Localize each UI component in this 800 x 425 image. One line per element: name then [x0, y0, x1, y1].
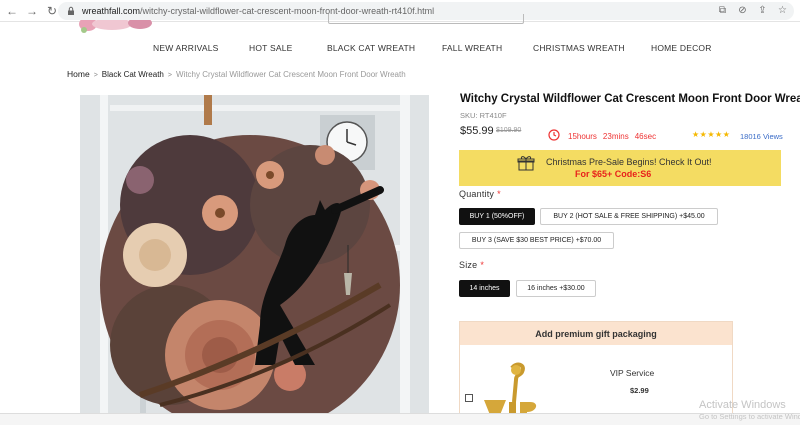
nav-christmas-wreath[interactable]: CHRISTMAS WREATH — [533, 43, 625, 53]
clock-icon — [548, 129, 560, 141]
countdown-mins: 23mins — [602, 132, 629, 141]
product-old-price: $109.90 — [496, 127, 522, 134]
size-option-14in[interactable]: 14 inches — [459, 280, 510, 297]
product-title: Witchy Crystal Wildflower Cat Crescent M… — [460, 93, 800, 105]
breadcrumb-separator: > — [93, 72, 98, 79]
product-sku: SKU: RT410F — [460, 111, 507, 120]
gift-icon — [517, 156, 535, 171]
forward-icon[interactable]: → — [24, 3, 40, 19]
vip-service-price: $2.99 — [630, 386, 649, 395]
breadcrumb-current: Witchy Crystal Wildflower Cat Crescent M… — [175, 70, 406, 79]
gift-packaging-header: Add premium gift packaging — [460, 322, 732, 345]
review-count[interactable]: 18016 Views — [740, 132, 783, 141]
share-icon[interactable]: ⇪ — [757, 5, 768, 16]
watermark-title: Activate Windows — [699, 399, 786, 411]
breadcrumb-home[interactable]: Home — [67, 69, 90, 79]
gift-packaging-panel: Add premium gift packaging VIP Service $… — [459, 321, 733, 421]
search-input[interactable] — [328, 14, 524, 24]
nav-home-decor[interactable]: HOME DECOR — [651, 43, 712, 53]
quantity-option-buy2[interactable]: BUY 2 (HOT SALE & FREE SHIPPING) +$45.00 — [540, 208, 718, 225]
nav-fall-wreath[interactable]: FALL WREATH — [442, 43, 502, 53]
size-label-text: Size — [459, 260, 478, 270]
nav-black-cat-wreath[interactable]: BLACK CAT WREATH — [327, 43, 415, 53]
breadcrumb-separator: > — [167, 72, 172, 79]
translate-icon[interactable]: ⧉ — [717, 5, 728, 16]
vip-badge-image — [484, 362, 537, 420]
download-bar — [0, 413, 800, 425]
main-nav: NEW ARRIVALS HOT SALE BLACK CAT WREATH F… — [0, 43, 800, 57]
required-mark: * — [497, 189, 501, 199]
site-logo[interactable] — [78, 20, 156, 34]
countdown-secs: 46sec — [634, 132, 657, 141]
nav-hot-sale[interactable]: HOT SALE — [249, 43, 293, 53]
countdown-timer: 15hours 23mins 46sec — [568, 132, 662, 141]
windows-activation-watermark: Activate Windows Go to Settings to activ… — [699, 399, 800, 421]
breadcrumb-category[interactable]: Black Cat Wreath — [102, 70, 164, 79]
price-row: $55.99 $109.90 15hours 23mins 46sec ★★★★★ … — [460, 125, 783, 143]
promo-code: For $65+ Code:S6 — [575, 169, 652, 179]
vip-service-checkbox[interactable] — [465, 394, 473, 402]
lock-icon — [68, 6, 74, 15]
product-image[interactable] — [80, 95, 429, 413]
rating-stars: ★★★★★ — [692, 130, 731, 139]
quantity-label-text: Quantity — [459, 189, 495, 199]
quantity-option-buy1[interactable]: BUY 1 (50%OFF) — [459, 208, 535, 225]
vip-service-title: VIP Service — [610, 368, 655, 378]
quantity-option-buy3[interactable]: BUY 3 (SAVE $30 BEST PRICE) +$70.00 — [459, 232, 614, 249]
promo-banner[interactable]: Christmas Pre-Sale Begins! Check It Out!… — [459, 150, 781, 186]
quantity-label: Quantity * — [459, 189, 501, 199]
promo-headline: Christmas Pre-Sale Begins! Check It Out! — [546, 157, 712, 167]
size-option-16in[interactable]: 16 inches +$30.00 — [516, 280, 596, 297]
bookmark-star-icon[interactable]: ☆ — [777, 5, 788, 16]
watermark-subtitle: Go to Settings to activate Windows. — [699, 412, 800, 421]
product-price: $55.99 — [460, 125, 494, 137]
countdown-hours: 15hours — [568, 132, 597, 141]
eye-off-icon[interactable]: ⊘ — [737, 5, 748, 16]
back-icon[interactable]: ← — [4, 3, 20, 19]
url-host: wreathfall.com — [82, 6, 141, 16]
required-mark: * — [480, 260, 485, 270]
nav-new-arrivals[interactable]: NEW ARRIVALS — [153, 43, 219, 53]
breadcrumb: Home > Black Cat Wreath > Witchy Crystal Wil… — [67, 69, 406, 79]
size-label: Size * — [459, 260, 484, 270]
